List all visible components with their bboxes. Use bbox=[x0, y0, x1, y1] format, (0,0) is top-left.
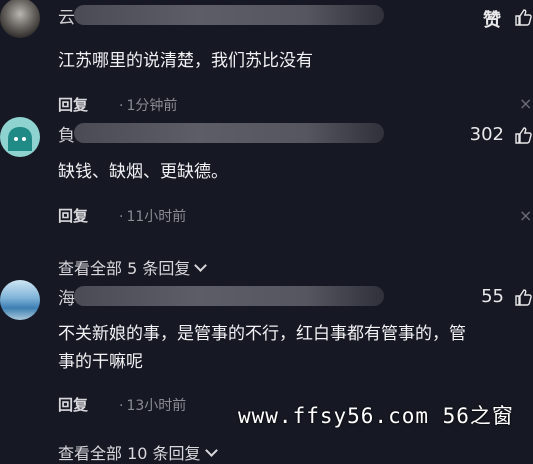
username-blur bbox=[74, 5, 384, 25]
username-blur bbox=[74, 123, 384, 143]
thumb-up-icon[interactable] bbox=[514, 288, 532, 306]
avatar[interactable] bbox=[0, 0, 40, 38]
comment-time: · 11小时前 bbox=[119, 206, 186, 226]
view-all-replies-label: 查看全部 5 条回复 bbox=[58, 259, 191, 278]
comment-text-line-2: 事的干嘛呢 bbox=[58, 352, 143, 372]
reply-button[interactable]: 回复 bbox=[58, 205, 88, 226]
time-text: 13小时前 bbox=[126, 398, 187, 414]
comment-time: · 13小时前 bbox=[119, 395, 186, 415]
like-label: 赞 bbox=[483, 10, 501, 31]
avatar[interactable] bbox=[0, 280, 40, 320]
avatar[interactable] bbox=[0, 117, 40, 157]
username[interactable]: 云 bbox=[58, 3, 75, 28]
thumb-up-icon[interactable] bbox=[514, 126, 532, 144]
chevron-down-icon bbox=[204, 444, 218, 457]
username[interactable]: 海 bbox=[58, 284, 75, 309]
time-text: 11小时前 bbox=[126, 209, 187, 225]
reply-button[interactable]: 回复 bbox=[58, 394, 88, 415]
comment-text: 江苏哪里的说清楚，我们苏比没有 bbox=[58, 51, 313, 71]
username[interactable]: 負 bbox=[58, 121, 75, 146]
reply-button[interactable]: 回复 bbox=[58, 94, 88, 115]
view-all-replies-button[interactable]: 查看全部 5 条回复 bbox=[58, 255, 208, 279]
thumb-up-icon[interactable] bbox=[514, 8, 532, 26]
time-text: 1分钟前 bbox=[126, 98, 178, 114]
close-icon[interactable]: × bbox=[519, 206, 532, 225]
time-dot: · bbox=[119, 209, 124, 225]
comment-time: · 1分钟前 bbox=[119, 95, 177, 115]
chevron-down-icon bbox=[194, 259, 208, 272]
comment-text: 缺钱、缺烟、更缺德。 bbox=[58, 162, 228, 182]
time-dot: · bbox=[119, 398, 124, 414]
view-all-replies-button[interactable]: 查看全部 10 条回复 bbox=[58, 440, 218, 464]
like-count: 55 bbox=[481, 286, 504, 307]
time-dot: · bbox=[119, 98, 124, 114]
close-icon[interactable]: × bbox=[519, 94, 532, 113]
watermark: www.ffsy56.com 56之窗 bbox=[238, 404, 514, 428]
avatar-face-icon bbox=[8, 127, 32, 151]
username-blur bbox=[74, 286, 384, 306]
like-count: 302 bbox=[469, 124, 504, 145]
comment-text-line-1: 不关新娘的事，是管事的不行，红白事都有管事的，管 bbox=[58, 324, 466, 344]
view-all-replies-label: 查看全部 10 条回复 bbox=[58, 444, 201, 463]
